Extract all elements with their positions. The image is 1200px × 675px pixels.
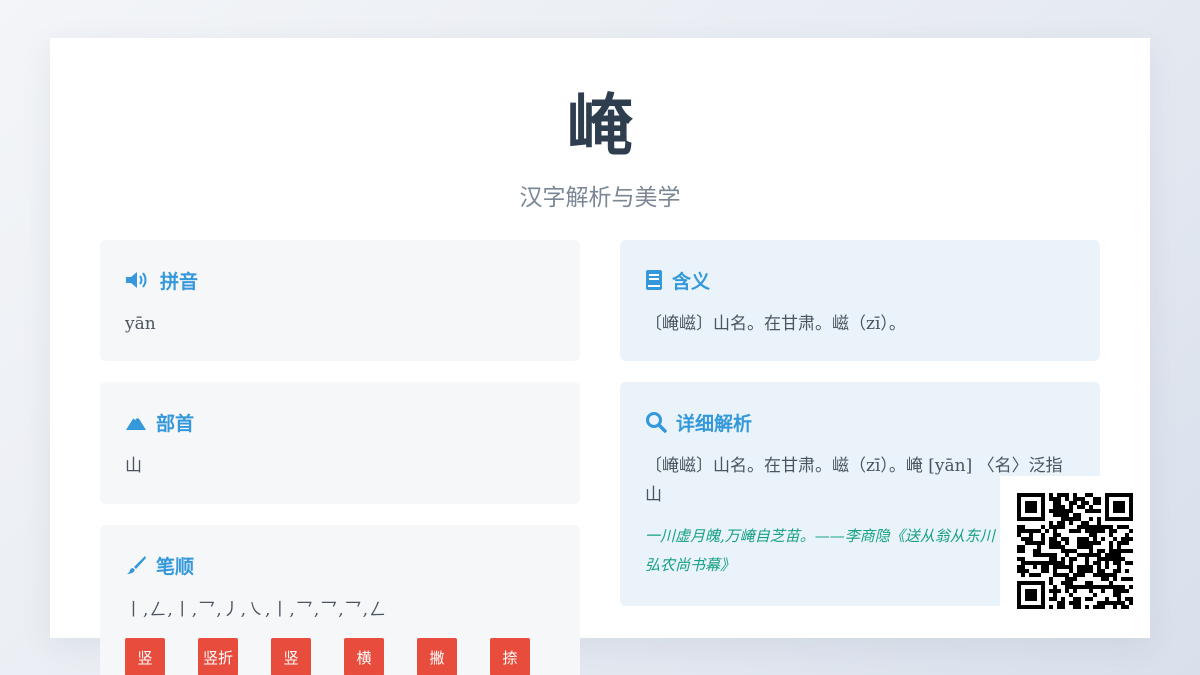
stroke-button[interactable]: 撇 [417,638,457,675]
detail-example: 一川虚月魄,万崦自芝苗。——李商隐《送从翁从东川弘农尚书幕》 [645,527,995,574]
stroke-button[interactable]: 竖折 [198,638,238,675]
page-subtitle: 汉字解析与美学 [519,185,681,211]
pinyin-title-label: 拼音 [160,270,199,293]
stroke-button[interactable]: 竖 [125,638,165,675]
stroke-order-title-label: 笔顺 [156,555,195,578]
radical-title: 部首 [125,410,195,435]
stroke-order-panel: 笔顺 丨,ㄥ,丨,乛,丿,㇏,丨,乛,乛,乛,ㄥ 竖 竖折 竖 横 撇 捺 [100,525,580,675]
meaning-value: 〔崦嵫〕山名。在甘肃。嵫（zī）。 [645,314,906,334]
search-icon [645,411,667,433]
brush-icon [125,555,147,575]
radical-title-label: 部首 [156,412,195,435]
volume-icon[interactable] [125,270,151,290]
pinyin-title: 拼音 [125,268,199,293]
pinyin-value: yān [125,314,156,334]
meaning-title-label: 含义 [672,270,711,293]
character-card: 崦 汉字解析与美学 拼音 yān 部首 山 笔顺 丨,ㄥ,丨,乛,丿,㇏,丨,乛… [50,38,1150,675]
detail-title: 详细解析 [645,410,753,435]
pinyin-panel: 拼音 yān [100,240,580,361]
book-icon [645,269,663,291]
stroke-sequence: 丨,ㄥ,丨,乛,丿,㇏,丨,乛,乛,乛,ㄥ [125,600,388,620]
meaning-title: 含义 [645,268,711,293]
stroke-button[interactable]: 捺 [490,638,530,675]
stroke-button[interactable]: 横 [344,638,384,675]
radical-panel: 部首 山 [100,382,580,504]
hero-character: 崦 [567,87,633,164]
stroke-order-title: 笔顺 [125,553,195,578]
mountain-icon [125,413,147,431]
meaning-panel: 含义 〔崦嵫〕山名。在甘肃。嵫（zī）。 [620,240,1100,361]
radical-value: 山 [125,456,142,476]
stroke-button[interactable]: 竖 [271,638,311,675]
qr-code[interactable] [1000,476,1150,626]
stroke-button-row: 竖 竖折 竖 横 撇 捺 [125,638,563,675]
detail-title-label: 详细解析 [676,412,753,435]
qr-code-icon [1017,493,1133,609]
